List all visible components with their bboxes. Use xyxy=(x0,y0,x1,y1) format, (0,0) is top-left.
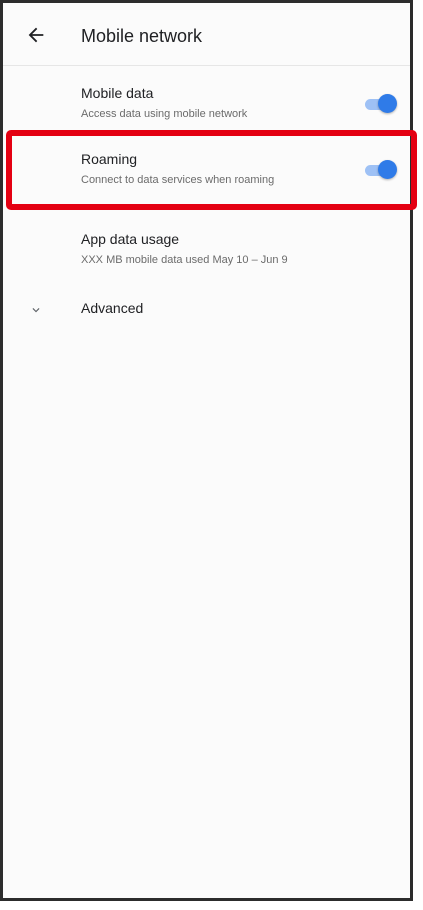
advanced-section[interactable]: Advanced xyxy=(3,293,410,333)
toggle-thumb xyxy=(378,160,397,179)
setting-roaming[interactable]: Roaming Connect to data services when ro… xyxy=(3,141,410,213)
setting-title: Roaming xyxy=(81,151,138,167)
setting-subtitle: Connect to data services when roaming xyxy=(81,174,275,186)
setting-app-data-usage[interactable]: App data usage XXX MB mobile data used M… xyxy=(3,221,410,293)
chevron-down-icon xyxy=(32,308,40,313)
roaming-toggle[interactable] xyxy=(365,159,397,181)
setting-subtitle: XXX MB mobile data used May 10 – Jun 9 xyxy=(81,254,288,266)
page-title: Mobile network xyxy=(81,26,203,46)
setting-title: Mobile data xyxy=(81,85,154,101)
setting-mobile-data[interactable]: Mobile data Access data using mobile net… xyxy=(3,75,410,147)
mobile-data-toggle[interactable] xyxy=(365,93,397,115)
toggle-thumb xyxy=(378,94,397,113)
arrow-left-icon xyxy=(28,27,44,43)
back-button[interactable] xyxy=(25,24,47,46)
setting-title: App data usage xyxy=(81,231,180,247)
setting-subtitle: Access data using mobile network xyxy=(81,108,248,120)
screen-frame: Mobile network Mobile data Access data u… xyxy=(0,0,413,901)
advanced-label: Advanced xyxy=(81,300,144,316)
app-bar: Mobile network xyxy=(3,3,410,66)
